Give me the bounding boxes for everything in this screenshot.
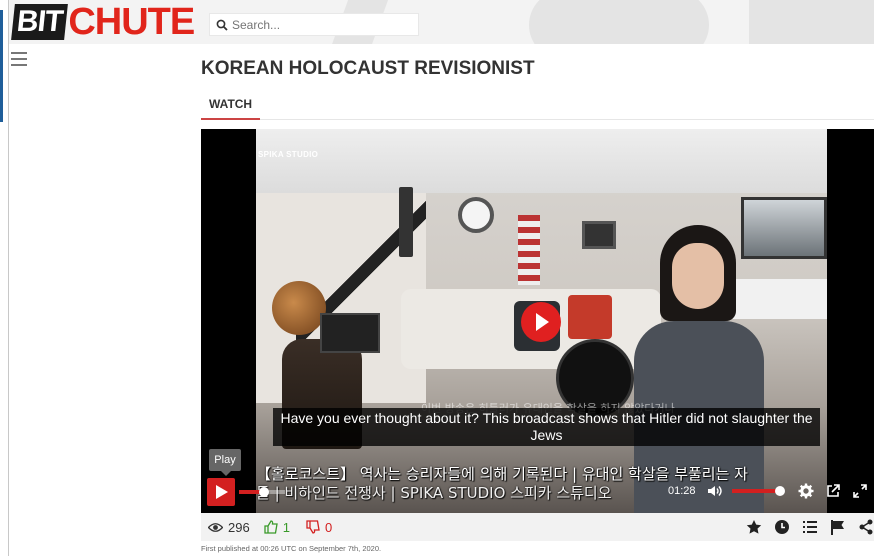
gear-icon[interactable] <box>798 483 814 499</box>
studio-logo: SPIKA STUDIO <box>258 150 319 159</box>
hamburger-icon[interactable] <box>11 52 27 66</box>
progress-bar[interactable] <box>239 487 285 497</box>
top-bar: BIT CHUTE <box>9 0 874 44</box>
banner-shape <box>749 0 874 44</box>
dislike-count: 0 <box>324 519 333 535</box>
search-input[interactable] <box>232 17 412 32</box>
search-icon[interactable] <box>216 19 228 31</box>
fullscreen-icon[interactable] <box>852 483 868 499</box>
logo-bit: BIT <box>11 4 69 40</box>
video-title: KOREAN HOLOCAUST REVISIONIST <box>201 58 535 79</box>
volume-knob[interactable] <box>774 486 785 496</box>
volume-slider[interactable] <box>732 486 785 496</box>
tab-bar: WATCH <box>201 87 874 120</box>
logo-chute: CHUTE <box>68 1 195 43</box>
caption-line-1: 【홀로코스트】 역사는 승리자들에 의해 기록된다 | 유대인 학살을 부풀리는… <box>256 465 748 483</box>
eye-icon <box>208 522 223 532</box>
wall-clock <box>458 197 494 233</box>
korean-caption: 【홀로코스트】 역사는 승리자들에 의해 기록된다 | 유대인 학살을 부풀리는… <box>256 465 827 503</box>
search-box[interactable] <box>209 13 419 36</box>
tab-watch[interactable]: WATCH <box>201 87 261 120</box>
play-button[interactable] <box>207 478 235 506</box>
page: BIT CHUTE KOREAN HOLOCAUST REVISIONIST W… <box>0 0 874 556</box>
video-player[interactable]: SPIKA STUDIO 이번 방송은 히틀러가 유대인을 학살을 하지 않았다… <box>201 129 874 513</box>
subtitle-en: Have you ever thought about it? This bro… <box>273 408 820 446</box>
view-count: 296 <box>208 520 250 535</box>
globe <box>272 281 326 335</box>
time-display: 01:28 <box>668 485 696 497</box>
action-icons <box>734 513 874 541</box>
banner-shape <box>529 0 709 44</box>
caption-line-2: 들 | 비하인드 전쟁사 | SPIKA STUDIO 스피카 스튜디오 <box>256 484 612 502</box>
left-accent-bar <box>0 10 3 122</box>
center-play-button[interactable] <box>521 302 561 342</box>
volume-icon[interactable] <box>707 484 723 498</box>
like-count: 1 <box>282 519 290 535</box>
clock-icon[interactable] <box>774 519 790 535</box>
stats-bar: 296 1 0 <box>201 513 874 541</box>
flag-icon[interactable] <box>830 519 846 535</box>
thumbs-up-icon[interactable] <box>264 520 278 534</box>
bitchute-logo[interactable]: BIT CHUTE <box>11 1 195 43</box>
dislike-button[interactable]: 0 <box>306 520 332 535</box>
play-tooltip: Play <box>209 449 241 476</box>
published-date: First published at 00:26 UTC on Septembe… <box>201 544 382 553</box>
like-button[interactable]: 1 <box>264 520 290 535</box>
thumbs-down-icon[interactable] <box>306 520 320 534</box>
flag <box>518 215 540 285</box>
man-cave-sign <box>399 187 413 257</box>
external-link-icon[interactable] <box>825 483 841 499</box>
star-icon[interactable] <box>746 519 762 535</box>
view-count-value: 296 <box>228 519 250 535</box>
volume-fill <box>732 489 780 493</box>
list-icon[interactable] <box>802 519 818 535</box>
youtube-pillow <box>568 295 612 339</box>
share-icon[interactable] <box>858 519 874 535</box>
